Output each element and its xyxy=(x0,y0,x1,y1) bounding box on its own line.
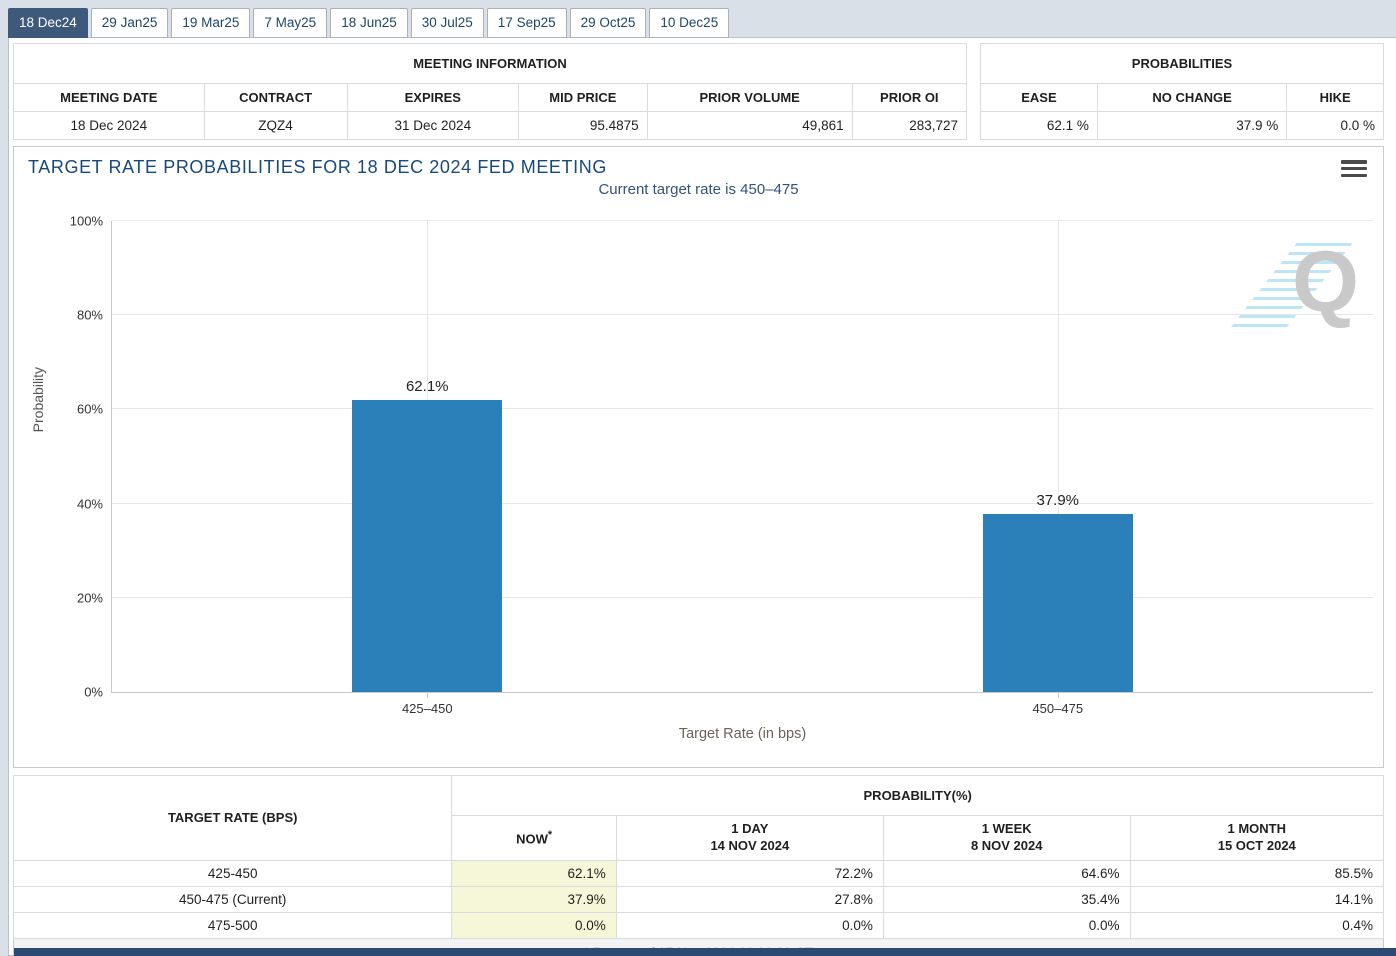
month-value: 85.5% xyxy=(1130,860,1383,886)
bar-label-450-475: 37.9% xyxy=(963,492,1153,509)
month-value: 0.4% xyxy=(1130,912,1383,938)
tab-29-jan25[interactable]: 29 Jan25 xyxy=(91,8,169,38)
month-value: 14.1% xyxy=(1130,886,1383,912)
content-panel: MEETING INFORMATION MEETING DATE CONTRAC… xyxy=(8,37,1396,956)
hike-value: 0.0 % xyxy=(1287,112,1384,140)
col-1-day-date: 14 NOV 2024 xyxy=(710,838,789,853)
x-tick-425-450: 425–450 xyxy=(402,701,453,716)
top-tables: MEETING INFORMATION MEETING DATE CONTRAC… xyxy=(13,43,1384,140)
day-value: 0.0% xyxy=(616,912,883,938)
y-tick-40: 40% xyxy=(77,496,103,511)
chart-subtitle: Current target rate is 450–475 xyxy=(14,181,1383,198)
chart-header: TARGET RATE PROBABILITIES FOR 18 DEC 202… xyxy=(14,147,1383,178)
col-prior-volume: PRIOR VOLUME xyxy=(647,84,852,112)
ease-value: 62.1 % xyxy=(981,112,1098,140)
corner-header-target-rate: TARGET RATE (BPS) xyxy=(14,776,452,861)
col-1-week-date: 8 NOV 2024 xyxy=(971,838,1043,853)
col-1-month-label: 1 MONTH xyxy=(1228,821,1287,836)
meeting-date-tabs: 18 Dec24 29 Jan25 19 Mar25 7 May25 18 Ju… xyxy=(8,8,1396,38)
now-value: 0.0% xyxy=(452,912,616,938)
week-value: 0.0% xyxy=(883,912,1130,938)
watermark-stripes-icon xyxy=(1229,243,1352,329)
bottom-bar xyxy=(14,948,1396,956)
tab-19-mar25[interactable]: 19 Mar25 xyxy=(171,8,250,38)
week-value: 35.4% xyxy=(883,886,1130,912)
col-1-day-label: 1 DAY xyxy=(731,821,768,836)
hamburger-menu-icon[interactable] xyxy=(1341,160,1367,177)
tab-7-may25[interactable]: 7 May25 xyxy=(253,8,327,38)
probability-history-table: TARGET RATE (BPS) PROBABILITY(%) NOW* 1 … xyxy=(13,775,1384,956)
col-1-month: 1 MONTH 15 OCT 2024 xyxy=(1130,816,1383,861)
row-label: 425-450 xyxy=(14,860,452,886)
day-value: 27.8% xyxy=(616,886,883,912)
y-tick-20: 20% xyxy=(77,590,103,605)
col-mid-price: MID PRICE xyxy=(519,84,648,112)
y-tick-0: 0% xyxy=(84,685,103,700)
bar-450-475[interactable]: 37.9% xyxy=(983,221,1133,692)
col-1-month-date: 15 OCT 2024 xyxy=(1218,838,1296,853)
tab-18-dec24[interactable]: 18 Dec24 xyxy=(8,8,88,38)
table-row-425-450: 425-450 62.1% 72.2% 64.6% 85.5% xyxy=(14,860,1384,886)
expires-value: 31 Dec 2024 xyxy=(347,112,519,140)
col-ease: EASE xyxy=(981,84,1098,112)
meeting-date-value: 18 Dec 2024 xyxy=(14,112,205,140)
y-tick-80: 80% xyxy=(77,308,103,323)
day-value: 72.2% xyxy=(616,860,883,886)
row-label: 475-500 xyxy=(14,912,452,938)
chart-title: TARGET RATE PROBABILITIES FOR 18 DEC 202… xyxy=(28,157,607,178)
group-header-probability: PROBABILITY(%) xyxy=(452,776,1384,816)
probabilities-summary-table: PROBABILITIES EASE NO CHANGE HIKE 62.1 %… xyxy=(980,43,1384,140)
tab-30-jul25[interactable]: 30 Jul25 xyxy=(411,8,484,38)
y-tick-100: 100% xyxy=(70,214,103,229)
y-axis-title: Probability xyxy=(30,367,46,432)
table-row-475-500: 475-500 0.0% 0.0% 0.0% 0.4% xyxy=(14,912,1384,938)
col-no-change: NO CHANGE xyxy=(1097,84,1286,112)
tab-17-sep25[interactable]: 17 Sep25 xyxy=(487,8,567,38)
no-change-value: 37.9 % xyxy=(1097,112,1286,140)
tab-29-oct25[interactable]: 29 Oct25 xyxy=(570,8,647,38)
col-prior-oi: PRIOR OI xyxy=(852,84,966,112)
col-now: NOW* xyxy=(452,816,616,861)
tab-18-jun25[interactable]: 18 Jun25 xyxy=(330,8,408,38)
now-value: 62.1% xyxy=(452,860,616,886)
x-tick-450-475: 450–475 xyxy=(1032,701,1083,716)
tab-10-dec25[interactable]: 10 Dec25 xyxy=(649,8,729,38)
prior-oi-value: 283,727 xyxy=(852,112,966,140)
now-value: 37.9% xyxy=(452,886,616,912)
x-axis-title: Target Rate (in bps) xyxy=(112,726,1373,742)
y-tick-60: 60% xyxy=(77,402,103,417)
bar-label-425-450: 62.1% xyxy=(332,378,522,395)
col-expires: EXPIRES xyxy=(347,84,519,112)
meeting-info-title: MEETING INFORMATION xyxy=(14,44,967,84)
probabilities-title: PROBABILITIES xyxy=(981,44,1384,84)
quikstrike-q-icon: Q xyxy=(1292,239,1359,325)
col-hike: HIKE xyxy=(1287,84,1384,112)
col-contract: CONTRACT xyxy=(204,84,347,112)
contract-value: ZQZ4 xyxy=(204,112,347,140)
mid-price-value: 95.4875 xyxy=(519,112,648,140)
col-now-asterisk: * xyxy=(548,829,552,841)
col-1-week-label: 1 WEEK xyxy=(982,821,1032,836)
bar-425-450[interactable]: 62.1% xyxy=(352,221,502,692)
col-now-label: NOW xyxy=(516,831,548,846)
quikstrike-watermark: Q xyxy=(1267,229,1367,333)
col-1-week: 1 WEEK 8 NOV 2024 xyxy=(883,816,1130,861)
bar-rect-425-450[interactable] xyxy=(352,400,502,692)
week-value: 64.6% xyxy=(883,860,1130,886)
plot-area: 0% 20% 40% 60% 80% 100% Q 62.1% 37.9% xyxy=(111,221,1373,693)
prior-volume-value: 49,861 xyxy=(647,112,852,140)
table-row-450-475-current: 450-475 (Current) 37.9% 27.8% 35.4% 14.1… xyxy=(14,886,1384,912)
col-1-day: 1 DAY 14 NOV 2024 xyxy=(616,816,883,861)
bar-rect-450-475[interactable] xyxy=(983,514,1133,693)
chart-panel: TARGET RATE PROBABILITIES FOR 18 DEC 202… xyxy=(13,146,1384,768)
row-label: 450-475 (Current) xyxy=(14,886,452,912)
col-meeting-date: MEETING DATE xyxy=(14,84,205,112)
meeting-information-table: MEETING INFORMATION MEETING DATE CONTRAC… xyxy=(13,43,967,140)
